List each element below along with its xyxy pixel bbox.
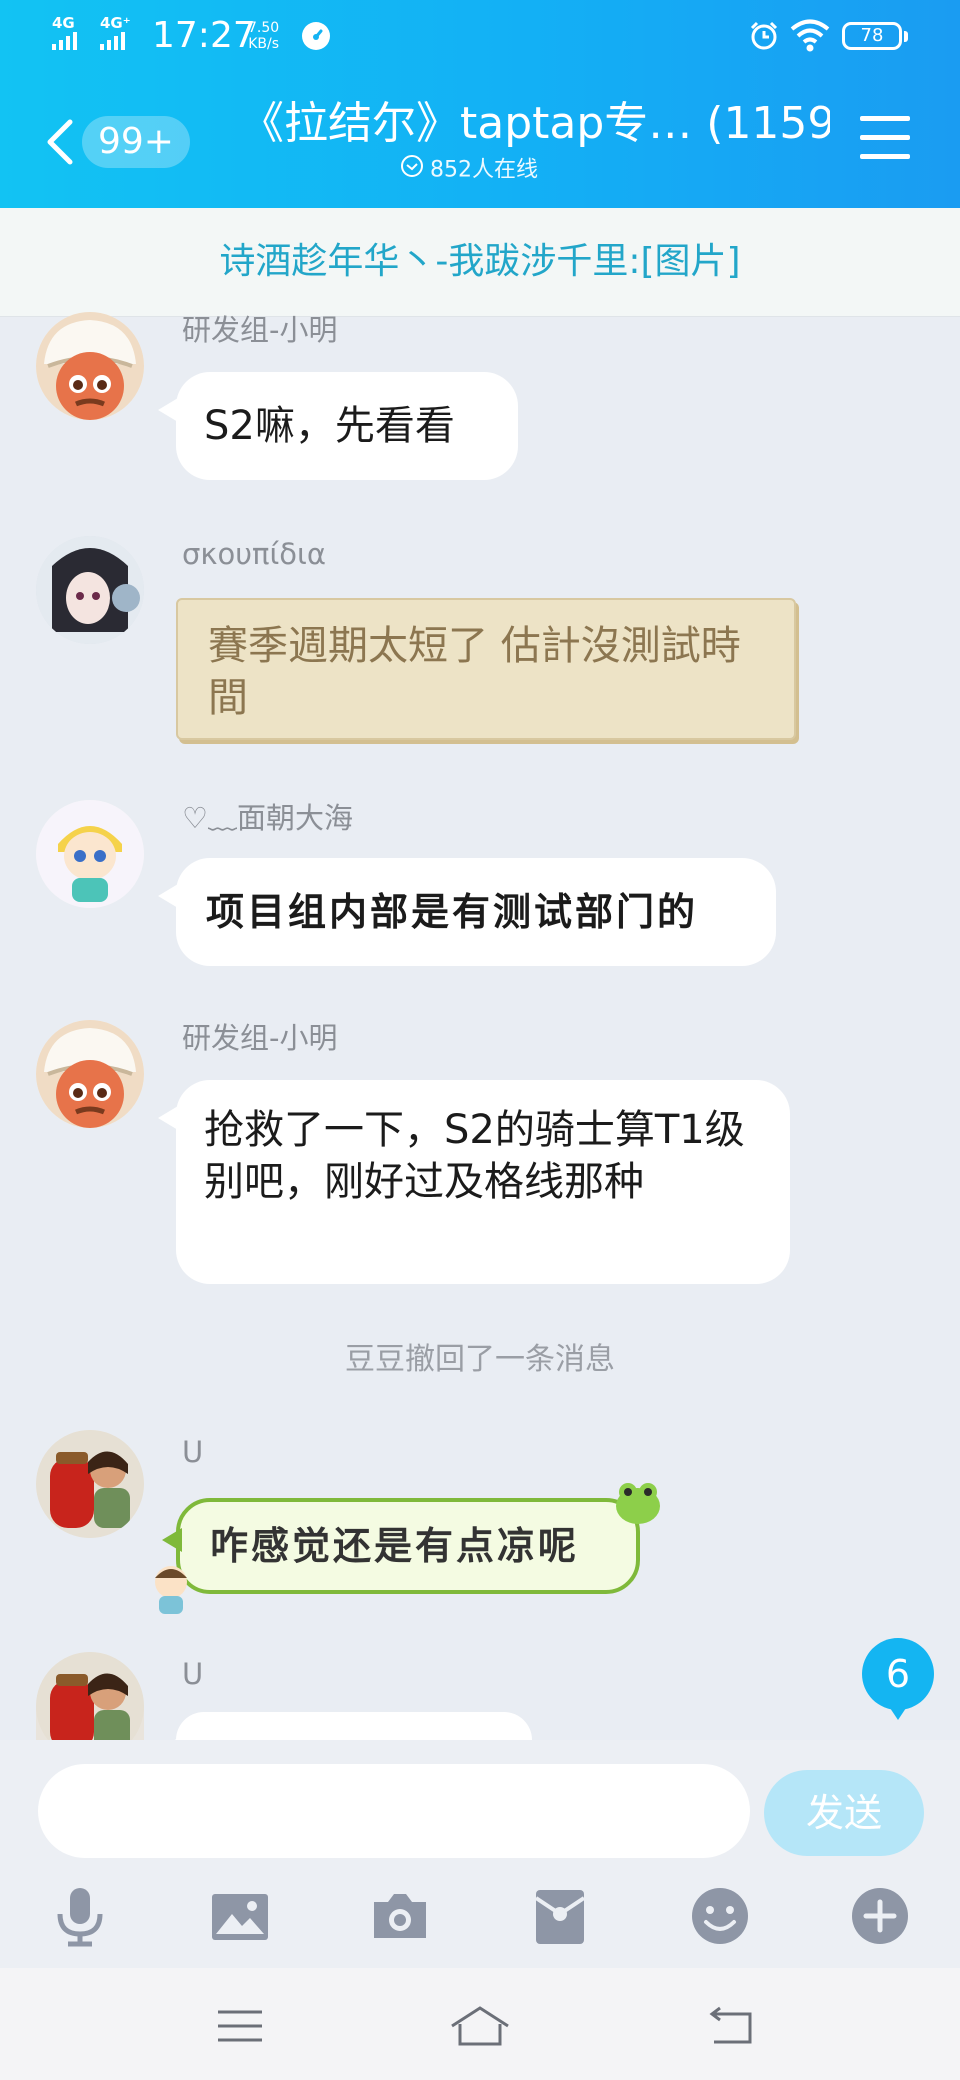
menu-button[interactable]	[860, 116, 910, 162]
network-speed-unit: KB/s	[248, 36, 279, 52]
image-icon[interactable]	[208, 1884, 272, 1948]
camera-icon[interactable]	[368, 1884, 432, 1948]
send-button[interactable]: 发送	[764, 1770, 924, 1856]
clock: 17:27	[152, 15, 256, 56]
group-title[interactable]: 《拉结尔》taptap专… (1159)	[240, 96, 830, 152]
online-count[interactable]: 852人在线	[400, 154, 538, 187]
sender-name: U	[182, 1657, 204, 1691]
microphone-icon[interactable]	[48, 1884, 112, 1948]
avatar[interactable]	[36, 800, 144, 908]
chat-header: 4G 4G⁺ 17:27 7.50 KB/s 78 99+ 《拉结尔》tapta…	[0, 0, 960, 208]
new-messages-badge[interactable]: 6	[862, 1638, 934, 1720]
signal-icon-2	[100, 30, 125, 50]
sender-name: σκουπίδια	[182, 537, 326, 571]
battery-indicator: 78	[842, 22, 908, 50]
sender-name: 研发组-小明	[182, 1021, 338, 1055]
system-message: 豆豆撤回了一条消息	[345, 1342, 615, 1377]
message-bubble[interactable]	[158, 1712, 532, 1762]
sender-name: ♡﹏面朝大海	[182, 801, 353, 835]
speed-gauge-icon	[302, 22, 330, 50]
signal-icon-1	[52, 30, 77, 50]
notice-text: 诗酒趁年华丶-我跋涉千里:[图片]	[219, 241, 741, 282]
avatar[interactable]	[36, 536, 144, 644]
recent-apps-icon[interactable]	[212, 2004, 272, 2048]
red-packet-icon[interactable]	[528, 1884, 592, 1948]
message-bubble[interactable]: 咋感觉还是有点凉呢	[162, 1498, 640, 1594]
network-type-2: 4G⁺	[100, 14, 131, 32]
back-button[interactable]	[40, 112, 80, 172]
pinned-notice[interactable]: 诗酒趁年华丶-我跋涉千里:[图片]	[0, 208, 960, 317]
network-speed: 7.50 KB/s	[248, 20, 279, 52]
sender-name: 研发组-小明	[182, 313, 338, 347]
system-nav-bar	[0, 1968, 960, 2080]
back-nav-icon[interactable]	[702, 2004, 762, 2048]
status-bar: 4G 4G⁺ 17:27 7.50 KB/s 78	[0, 0, 960, 72]
network-speed-value: 7.50	[248, 20, 280, 36]
kid-sticker-icon	[144, 1560, 198, 1620]
message-bubble[interactable]: 抢救了一下，S2的骑士算T1级别吧，刚好过及格线那种	[158, 1080, 790, 1284]
unread-count-badge[interactable]: 99+	[82, 116, 190, 168]
message-input[interactable]	[38, 1764, 750, 1858]
message-bubble[interactable]: 賽季週期太短了 估計沒測試時間	[176, 598, 796, 740]
message-bubble[interactable]: S2嘛，先看看	[158, 372, 518, 480]
frog-sticker-icon	[612, 1476, 664, 1532]
wifi-icon	[790, 18, 830, 56]
avatar[interactable]	[36, 1430, 144, 1538]
online-count-label: 852人在线	[430, 157, 538, 183]
emoji-icon[interactable]	[688, 1884, 752, 1948]
avatar[interactable]	[36, 312, 144, 420]
plus-icon[interactable]	[848, 1884, 912, 1948]
avatar[interactable]	[36, 1020, 144, 1128]
check-circle-icon	[400, 154, 424, 187]
home-icon[interactable]	[450, 2004, 510, 2048]
chevron-left-icon	[47, 119, 73, 165]
alarm-icon	[748, 20, 780, 56]
message-bubble[interactable]: 项目组内部是有测试部门的	[158, 858, 776, 966]
avatar[interactable]	[36, 1652, 144, 1744]
sender-name: U	[182, 1435, 204, 1469]
network-type-1: 4G	[52, 14, 75, 32]
